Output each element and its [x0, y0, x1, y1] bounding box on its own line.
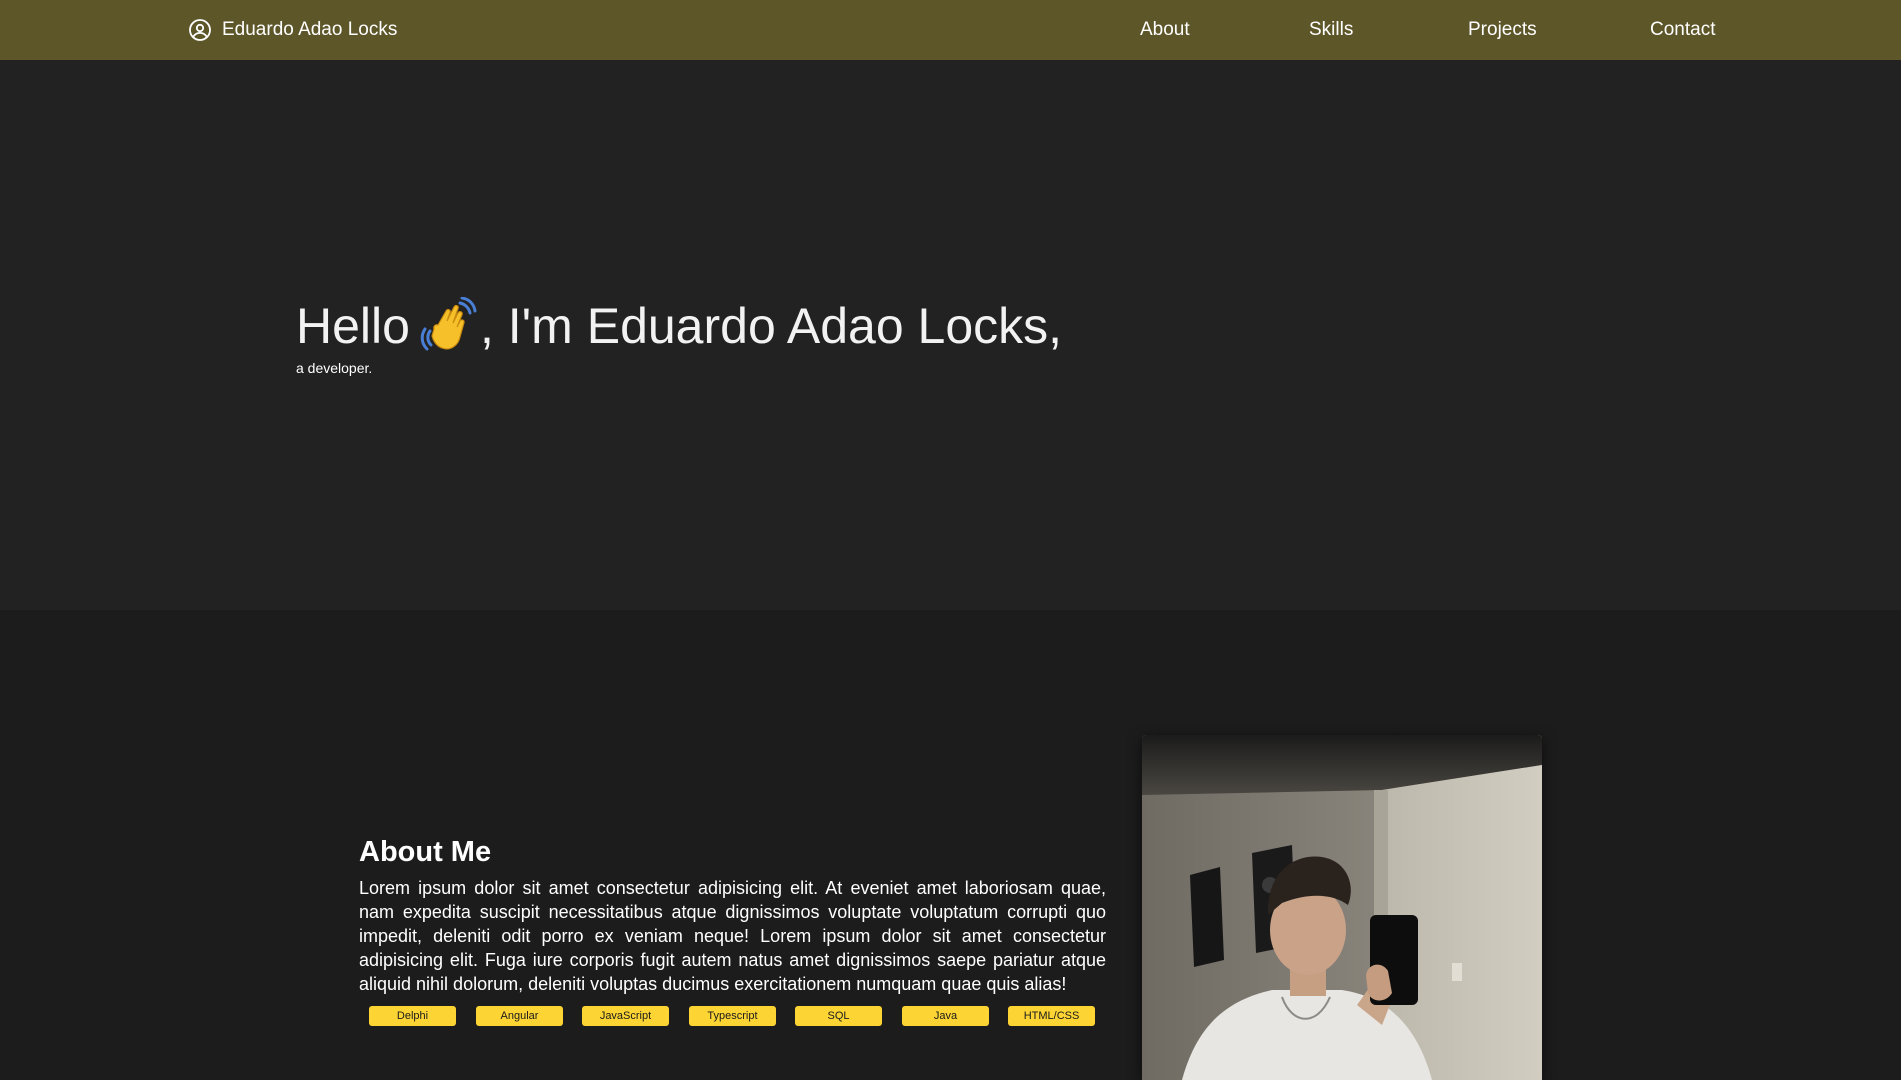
skill-badge: HTML/CSS [1008, 1006, 1095, 1026]
skill-badge: Angular [476, 1006, 563, 1026]
skill-badge: Typescript [689, 1006, 776, 1026]
nav-link-about[interactable]: About [1140, 0, 1190, 60]
hero-greeting-name: , I'm Eduardo Adao Locks, [479, 298, 1063, 354]
hero-subtitle: a developer. [296, 360, 373, 376]
hero-section: Hello , I'm Eduardo Adao Locks, a develo… [0, 60, 1901, 610]
skill-badge: Delphi [369, 1006, 456, 1026]
waving-hand-icon [420, 296, 478, 355]
navbar: Eduardo Adao Locks About Skills Projects… [0, 0, 1901, 60]
nav-link-skills[interactable]: Skills [1309, 0, 1353, 60]
skill-badge: JavaScript [582, 1006, 669, 1026]
skill-badge: SQL [795, 1006, 882, 1026]
skill-badge: Java [902, 1006, 989, 1026]
nav-links: About Skills Projects Contact [0, 0, 1901, 60]
hero-title: Hello , I'm Eduardo Adao Locks, [296, 296, 1062, 356]
about-title: About Me [359, 836, 492, 868]
profile-photo [1142, 735, 1542, 1080]
nav-link-projects[interactable]: Projects [1468, 0, 1537, 60]
hero-greeting: Hello [296, 298, 410, 354]
about-section: About Me Lorem ipsum dolor sit amet cons… [0, 610, 1901, 1080]
about-text: Lorem ipsum dolor sit amet consectetur a… [359, 878, 1106, 994]
nav-link-contact[interactable]: Contact [1650, 0, 1715, 60]
